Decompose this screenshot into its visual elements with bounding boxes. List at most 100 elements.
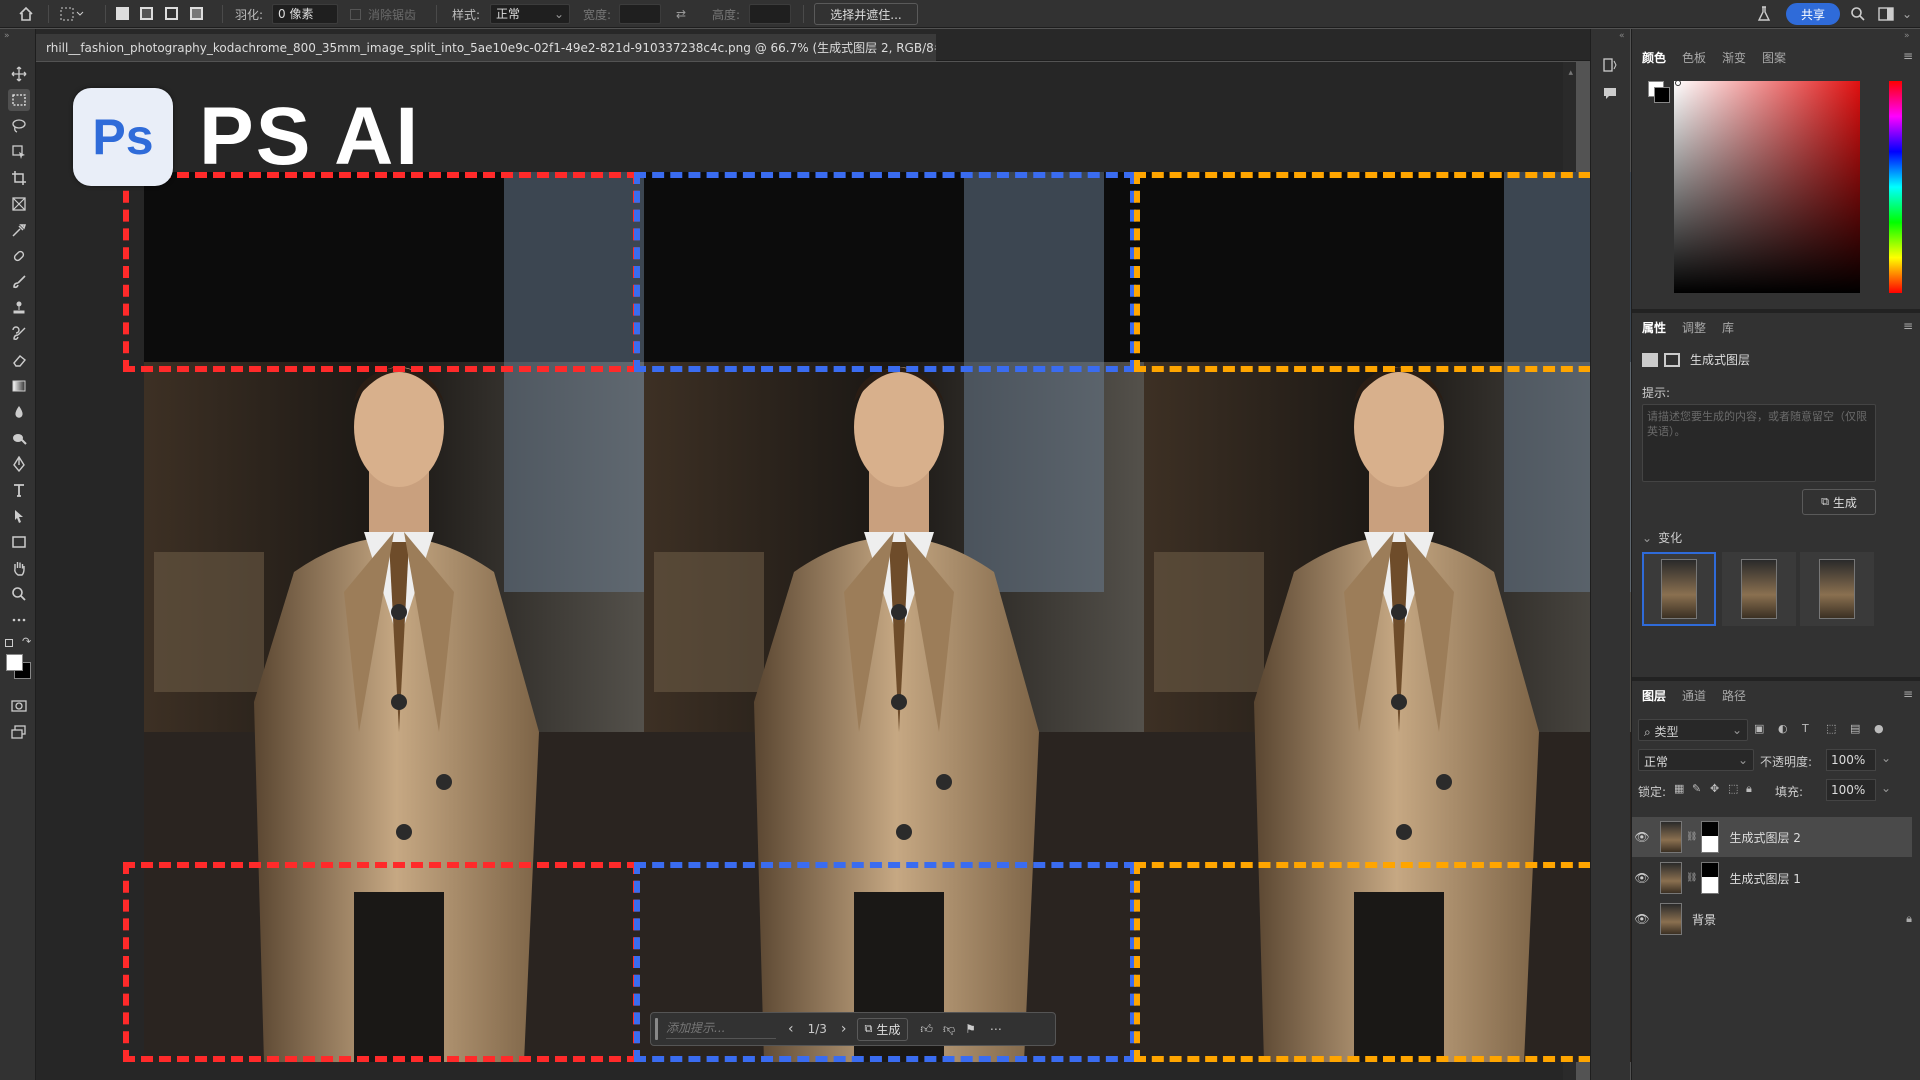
opacity-input[interactable]: 100% (1826, 749, 1876, 771)
link-icon[interactable]: ⛓︎ (1686, 832, 1697, 842)
background-color-swatch[interactable] (1654, 87, 1670, 103)
visibility-eye-icon[interactable]: 👁︎ (1632, 912, 1652, 926)
tab-properties[interactable]: 属性 (1642, 319, 1666, 336)
smart-object-filter-icon[interactable]: ▤ (1850, 722, 1874, 735)
gradient-tool-icon[interactable] (8, 375, 30, 397)
flag-icon[interactable]: ⚑ (965, 1022, 976, 1036)
lock-pixels-icon[interactable]: ✎ (1692, 782, 1710, 796)
document-canvas[interactable] (123, 172, 1644, 1062)
adjustment-filter-icon[interactable]: ◐ (1778, 722, 1802, 735)
collapse-icon[interactable]: » (4, 31, 10, 41)
add-selection-icon[interactable] (140, 7, 153, 20)
lasso-tool-icon[interactable] (8, 115, 30, 137)
feather-input[interactable]: 0 像素 (272, 4, 338, 24)
intersect-selection-icon[interactable] (190, 7, 203, 20)
collapse-icon[interactable]: « (1619, 31, 1625, 41)
variation-thumbnail-3[interactable] (1800, 552, 1874, 626)
visibility-eye-icon[interactable]: 👁︎ (1632, 830, 1652, 844)
layer-row-generative-1[interactable]: 👁︎ ⛓︎ 生成式图层 1 (1632, 858, 1912, 898)
frame-tool-icon[interactable] (8, 193, 30, 215)
generate-button[interactable]: ⧉ 生成 (1802, 489, 1876, 515)
history-icon[interactable] (1602, 57, 1618, 76)
comments-icon[interactable] (1602, 85, 1618, 104)
tab-patterns[interactable]: 图案 (1762, 49, 1786, 66)
lock-position-icon[interactable]: ✥ (1710, 782, 1728, 796)
object-select-tool-icon[interactable] (8, 141, 30, 163)
flask-icon[interactable] (1757, 0, 1771, 28)
variations-header[interactable]: ⌄ 变化 (1642, 529, 1682, 546)
document-tab[interactable]: rhill__fashion_photography_kodachrome_80… (36, 34, 936, 61)
antialias-checkbox[interactable] (350, 9, 361, 20)
tab-layers[interactable]: 图层 (1642, 687, 1666, 704)
new-selection-icon[interactable] (116, 7, 129, 20)
fill-chevron-icon[interactable]: ⌄ (1881, 781, 1891, 795)
blend-mode-select[interactable]: 正常 ⌄ (1638, 749, 1754, 771)
height-input[interactable] (749, 4, 791, 24)
hue-slider[interactable] (1889, 81, 1902, 293)
quick-mask-icon[interactable] (8, 695, 30, 717)
filter-toggle-icon[interactable]: ● (1874, 722, 1890, 735)
thumbs-up-icon[interactable]: 👍︎ (920, 1022, 933, 1037)
share-button[interactable]: 共享 (1786, 3, 1840, 25)
select-and-mask-button[interactable]: 选择并遮住... (814, 3, 918, 25)
foreground-color-swatch[interactable] (6, 654, 23, 671)
swap-colors-icon[interactable]: ↷ (22, 635, 31, 648)
color-picker-handle[interactable] (1675, 80, 1681, 86)
generate-button[interactable]: ⧉ 生成 (856, 1017, 909, 1041)
tab-color[interactable]: 颜色 (1642, 49, 1666, 66)
variation-thumbnail-1[interactable] (1642, 552, 1716, 626)
subtract-selection-icon[interactable] (165, 7, 178, 20)
marquee-preset-icon[interactable] (60, 0, 84, 28)
lock-transparency-icon[interactable]: ▦ (1674, 782, 1692, 796)
lock-all-icon[interactable]: 🔒︎ (1746, 782, 1764, 796)
screen-mode-icon[interactable] (8, 721, 30, 743)
swap-icon[interactable]: ⇄ (676, 0, 686, 28)
tab-paths[interactable]: 路径 (1722, 687, 1746, 704)
marquee-tool-icon[interactable] (8, 89, 30, 111)
crop-tool-icon[interactable] (8, 167, 30, 189)
prompt-input[interactable]: 添加提示... (666, 1019, 776, 1039)
lock-artboard-icon[interactable]: ⬚ (1728, 782, 1746, 796)
pen-tool-icon[interactable] (8, 453, 30, 475)
search-icon[interactable] (1850, 0, 1866, 28)
path-select-icon[interactable] (8, 505, 30, 527)
blur-tool-icon[interactable] (8, 401, 30, 423)
collapse-icon[interactable]: » (1904, 31, 1910, 41)
next-variation-icon[interactable]: › (841, 1021, 847, 1037)
panel-menu-icon[interactable]: ≡ (1903, 49, 1913, 63)
scroll-up-icon[interactable]: ▴ (1568, 68, 1573, 78)
shape-filter-icon[interactable]: ⬚ (1826, 722, 1850, 735)
default-colors-icon[interactable] (5, 639, 13, 647)
drag-handle[interactable] (655, 1018, 658, 1040)
panel-menu-icon[interactable]: ≡ (1903, 687, 1913, 701)
history-brush-icon[interactable] (8, 323, 30, 345)
clone-stamp-icon[interactable] (8, 297, 30, 319)
zoom-tool-icon[interactable] (8, 583, 30, 605)
type-filter-icon[interactable]: T (1802, 722, 1826, 735)
home-icon[interactable] (18, 0, 34, 28)
variation-thumbnail-2[interactable] (1722, 552, 1796, 626)
type-tool-icon[interactable] (8, 479, 30, 501)
panel-menu-icon[interactable]: ≡ (1903, 319, 1913, 333)
visibility-eye-icon[interactable]: 👁︎ (1632, 871, 1652, 885)
tab-swatches[interactable]: 色板 (1682, 49, 1706, 66)
layer-row-generative-2[interactable]: 👁︎ ⛓︎ 生成式图层 2 (1632, 817, 1912, 857)
dodge-tool-icon[interactable] (8, 427, 30, 449)
previous-variation-icon[interactable]: ‹ (788, 1021, 794, 1037)
layer-filter-select[interactable]: ⌕ 类型 ⌄ (1638, 719, 1748, 741)
chevron-down-icon[interactable]: ⌄ (1902, 0, 1912, 28)
more-options-icon[interactable]: ⋯ (990, 1022, 1002, 1036)
lock-icon[interactable]: 🔒︎ (1906, 912, 1912, 926)
tab-gradients[interactable]: 渐变 (1722, 49, 1746, 66)
color-field[interactable] (1674, 81, 1860, 293)
fill-input[interactable]: 100% (1826, 779, 1876, 801)
opacity-chevron-icon[interactable]: ⌄ (1881, 751, 1891, 765)
hand-tool-icon[interactable] (8, 557, 30, 579)
tab-adjustments[interactable]: 调整 (1682, 319, 1706, 336)
prompt-textarea[interactable]: 请描述您要生成的内容，或者随意留空（仅限英语）。 (1642, 404, 1876, 482)
rectangle-tool-icon[interactable] (8, 531, 30, 553)
more-tools-icon[interactable] (8, 609, 30, 631)
workspace-icon[interactable] (1878, 0, 1894, 28)
healing-brush-icon[interactable] (8, 245, 30, 267)
brush-tool-icon[interactable] (8, 271, 30, 293)
